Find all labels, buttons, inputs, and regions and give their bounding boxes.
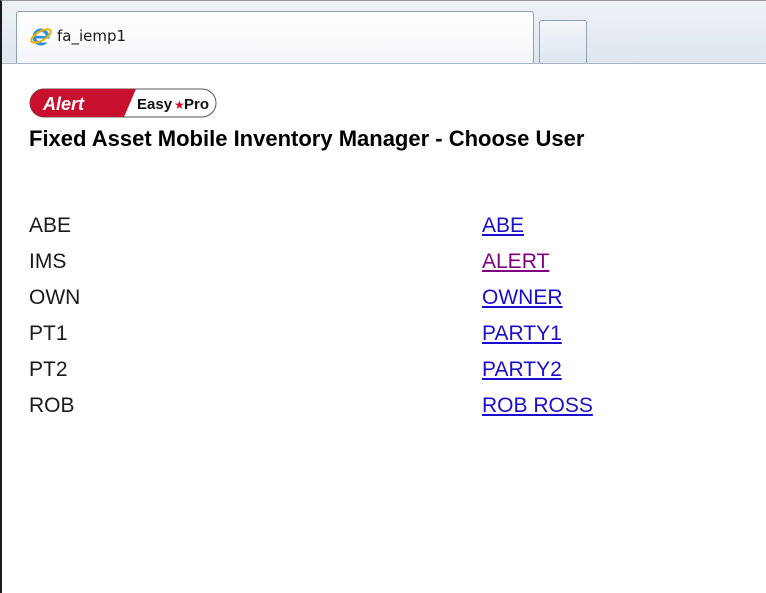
new-tab-button[interactable] (539, 20, 587, 63)
page-title: Fixed Asset Mobile Inventory Manager - C… (29, 126, 585, 151)
user-link-ims[interactable]: ALERT (482, 250, 549, 274)
user-code: ABE (29, 214, 72, 237)
user-link-rob[interactable]: ROB ROSS (482, 394, 593, 418)
user-row: ROB ROB ROSS (2, 394, 742, 426)
browser-window: fa_iemp1 Alert Easy ★ Pro Fixed Asset Mo… (0, 0, 766, 593)
user-code: PT1 (29, 322, 68, 345)
user-row: ABE ABE (2, 214, 742, 246)
user-row: IMS ALERT (2, 250, 742, 282)
tab-fa-iemp1[interactable]: fa_iemp1 (16, 11, 534, 63)
alert-easypro-logo: Alert Easy ★ Pro (29, 88, 217, 118)
user-link-abe[interactable]: ABE (482, 214, 524, 238)
user-code: ROB (29, 394, 75, 417)
user-link-pt2[interactable]: PARTY2 (482, 358, 562, 382)
user-row: OWN OWNER (2, 286, 742, 318)
tab-title: fa_iemp1 (57, 27, 127, 45)
user-row: PT1 PARTY1 (2, 322, 742, 354)
user-code: OWN (29, 286, 81, 309)
ie-browser-icon (30, 28, 52, 46)
user-link-pt1[interactable]: PARTY1 (482, 322, 562, 346)
user-code: PT2 (29, 358, 68, 381)
svg-text:Alert: Alert (42, 94, 85, 114)
svg-text:Pro: Pro (184, 96, 209, 113)
user-code: IMS (29, 250, 67, 273)
user-link-own[interactable]: OWNER (482, 286, 563, 310)
page-content: Alert Easy ★ Pro Fixed Asset Mobile Inve… (2, 64, 766, 593)
svg-text:Easy: Easy (137, 96, 173, 113)
tab-strip: fa_iemp1 (2, 1, 766, 64)
user-row: PT2 PARTY2 (2, 358, 742, 390)
